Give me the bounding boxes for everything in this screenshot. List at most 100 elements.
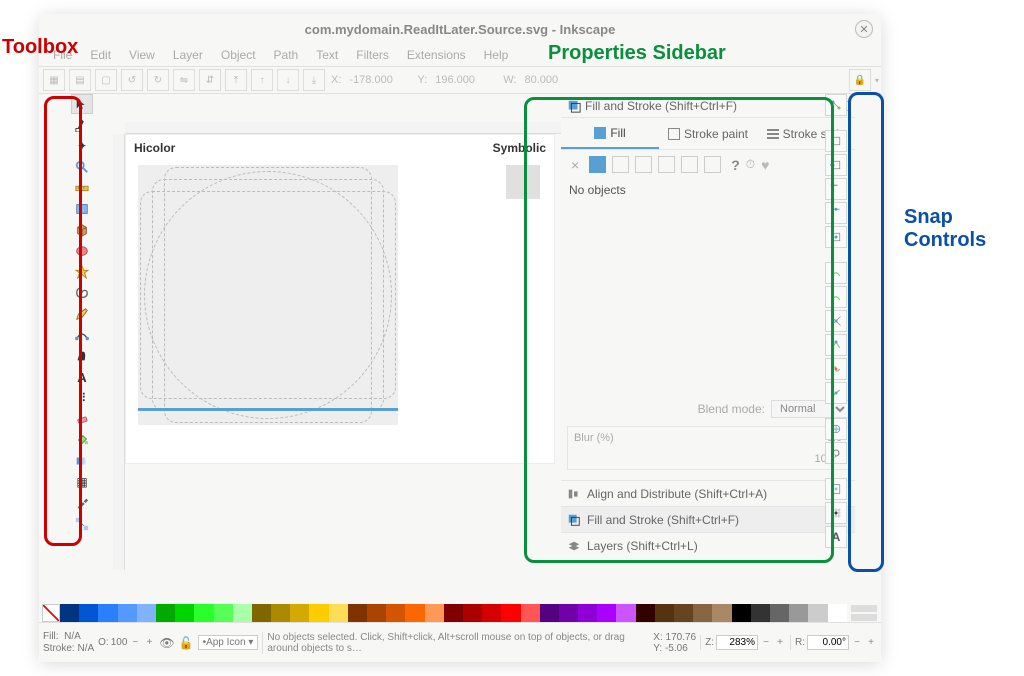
- status-opacity[interactable]: 100: [111, 637, 128, 648]
- palette-swatch[interactable]: [233, 604, 252, 622]
- snap-nodes-icon[interactable]: [825, 262, 847, 284]
- panel-align[interactable]: Align and Distribute (Shift+Ctrl+A): [561, 480, 855, 506]
- palette-swatch[interactable]: [271, 604, 290, 622]
- swatch-icon[interactable]: [704, 156, 721, 173]
- snap-cusp-icon[interactable]: [825, 334, 847, 356]
- snap-line-midpoint-icon[interactable]: [825, 382, 847, 404]
- palette-swatch[interactable]: [712, 604, 731, 622]
- options-overflow-icon[interactable]: ▾: [875, 76, 879, 85]
- lock-icon[interactable]: 🔒: [849, 69, 871, 91]
- connector-tool-icon[interactable]: [71, 514, 93, 534]
- select-all-icon[interactable]: ▦: [43, 69, 65, 91]
- zoom-input[interactable]: [716, 635, 758, 650]
- rotate-ccw-icon[interactable]: ↺: [121, 69, 143, 91]
- mesh-tool-icon[interactable]: ▦: [71, 472, 93, 492]
- palette-swatch[interactable]: [540, 604, 559, 622]
- calligraphy-tool-icon[interactable]: [71, 346, 93, 366]
- palette-swatch[interactable]: [808, 604, 827, 622]
- close-icon[interactable]: ✕: [855, 20, 873, 38]
- palette-swatch[interactable]: [463, 604, 482, 622]
- palette-swatch[interactable]: [559, 604, 578, 622]
- palette-swatch[interactable]: [693, 604, 712, 622]
- palette-swatch[interactable]: [175, 604, 194, 622]
- menu-text[interactable]: Text: [308, 46, 346, 64]
- palette-swatch[interactable]: [309, 604, 328, 622]
- rotate-cw-icon[interactable]: ↻: [147, 69, 169, 91]
- palette-swatch[interactable]: [732, 604, 751, 622]
- snap-bbox-edge-icon[interactable]: [825, 154, 847, 176]
- w-value[interactable]: 80.000: [524, 74, 584, 86]
- unknown-paint-icon[interactable]: ?: [731, 157, 740, 173]
- status-fill[interactable]: N/A: [64, 631, 81, 642]
- panel-layers[interactable]: Layers (Shift+Ctrl+L): [561, 532, 855, 558]
- snap-text-baseline-icon[interactable]: A: [825, 526, 847, 548]
- ellipse-tool-icon[interactable]: [71, 241, 93, 261]
- palette-swatch[interactable]: [751, 604, 770, 622]
- palette-swatch[interactable]: [674, 604, 693, 622]
- menu-object[interactable]: Object: [213, 46, 264, 64]
- menu-view[interactable]: View: [121, 46, 163, 64]
- palette-scroll[interactable]: [850, 604, 878, 622]
- palette-swatch[interactable]: [290, 604, 309, 622]
- node-tool-icon[interactable]: [71, 115, 93, 135]
- palette-swatch[interactable]: [329, 604, 348, 622]
- palette-swatch[interactable]: [137, 604, 156, 622]
- palette-swatch[interactable]: [194, 604, 213, 622]
- pencil-tool-icon[interactable]: [71, 304, 93, 324]
- tweak-tool-icon[interactable]: ✦: [71, 136, 93, 156]
- menu-help[interactable]: Help: [476, 46, 517, 64]
- layer-visibility-icon[interactable]: 👁: [159, 636, 174, 650]
- palette-swatch[interactable]: [444, 604, 463, 622]
- zoom-in-icon[interactable]: +: [774, 637, 786, 648]
- snap-path-icon[interactable]: [825, 286, 847, 308]
- gradient-tool-icon[interactable]: [71, 451, 93, 471]
- selector-tool-icon[interactable]: [71, 94, 93, 114]
- linear-gradient-icon[interactable]: [612, 156, 629, 173]
- palette-swatch[interactable]: [214, 604, 233, 622]
- mesh-gradient-icon[interactable]: [658, 156, 675, 173]
- palette-swatch[interactable]: [482, 604, 501, 622]
- rectangle-tool-icon[interactable]: [71, 199, 93, 219]
- status-stroke[interactable]: N/A: [77, 643, 94, 654]
- rot-minus-icon[interactable]: −: [851, 637, 863, 648]
- raise-icon[interactable]: ↑: [251, 69, 273, 91]
- snap-bbox-icon[interactable]: [825, 130, 847, 152]
- palette-swatch[interactable]: [655, 604, 674, 622]
- y-value[interactable]: 196.000: [435, 74, 495, 86]
- zoom-out-icon[interactable]: −: [760, 637, 772, 648]
- no-paint-icon[interactable]: ×: [567, 157, 583, 173]
- palette-swatch[interactable]: [770, 604, 789, 622]
- snap-bbox-center-icon[interactable]: [825, 226, 847, 248]
- snap-bbox-corner-icon[interactable]: [825, 178, 847, 200]
- flip-v-icon[interactable]: ⇵: [199, 69, 221, 91]
- snap-smooth-icon[interactable]: [825, 358, 847, 380]
- menu-edit[interactable]: Edit: [82, 46, 119, 64]
- palette-swatch[interactable]: [616, 604, 635, 622]
- palette-swatch[interactable]: [578, 604, 597, 622]
- canvas[interactable]: Hicolor Symbolic: [125, 134, 555, 464]
- palette-swatch[interactable]: [98, 604, 117, 622]
- x-value[interactable]: -178.000: [349, 74, 409, 86]
- select-layer-icon[interactable]: ▤: [69, 69, 91, 91]
- pattern-icon[interactable]: [681, 156, 698, 173]
- menu-filters[interactable]: Filters: [348, 46, 397, 64]
- palette-swatch[interactable]: [521, 604, 540, 622]
- palette-swatch[interactable]: [156, 604, 175, 622]
- clock-icon[interactable]: ⏱: [746, 157, 755, 172]
- deselect-icon[interactable]: ▢: [95, 69, 117, 91]
- palette-swatch[interactable]: [425, 604, 444, 622]
- radial-gradient-icon[interactable]: [635, 156, 652, 173]
- palette-swatch[interactable]: [501, 604, 520, 622]
- lower-bottom-icon[interactable]: ⤓: [303, 69, 325, 91]
- bezier-tool-icon[interactable]: [71, 325, 93, 345]
- tab-stroke-paint[interactable]: Stroke paint: [659, 118, 757, 149]
- palette-swatch[interactable]: [118, 604, 137, 622]
- snap-object-center-icon[interactable]: [825, 418, 847, 440]
- palette-swatch[interactable]: [60, 604, 79, 622]
- lower-icon[interactable]: ↓: [277, 69, 299, 91]
- snap-enable-icon[interactable]: [825, 94, 847, 116]
- snap-rotation-center-icon[interactable]: [825, 442, 847, 464]
- palette-swatch[interactable]: [828, 604, 847, 622]
- measure-tool-icon[interactable]: [71, 178, 93, 198]
- spray-tool-icon[interactable]: ⠿: [71, 388, 93, 408]
